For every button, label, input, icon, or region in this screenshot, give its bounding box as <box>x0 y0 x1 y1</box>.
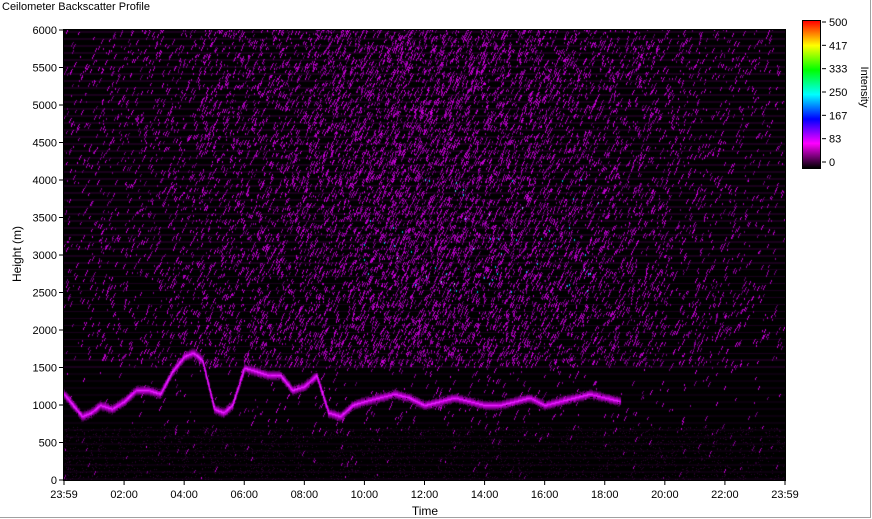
y-tick-label: 5500 <box>33 63 57 75</box>
y-tick-label: 1500 <box>33 363 57 375</box>
x-tick-label: 16:00 <box>531 489 559 501</box>
x-tick-label: 08:00 <box>291 489 319 501</box>
y-tick-label: 3500 <box>33 213 57 225</box>
x-axis-label: Time <box>411 504 439 518</box>
y-axis-label: Height (m) <box>10 226 24 283</box>
y-tick-label: 6000 <box>33 25 57 37</box>
axes: 0500100015002000250030003500400045005000… <box>33 17 848 501</box>
y-tick-label: 4500 <box>33 138 57 150</box>
y-tick-label: 500 <box>39 438 57 450</box>
x-tick-label: 20:00 <box>651 489 679 501</box>
colorbar-tick-label: 0 <box>829 157 835 169</box>
colorbar-tick-label: 83 <box>829 134 841 146</box>
x-tick-label: 18:00 <box>591 489 619 501</box>
y-tick-label: 3000 <box>33 250 57 262</box>
y-tick-label: 4000 <box>33 175 57 187</box>
colorbar-tick-label: 417 <box>829 40 847 52</box>
x-tick-label: 10:00 <box>351 489 379 501</box>
y-tick-label: 1000 <box>33 400 57 412</box>
x-tick-label: 23:59 <box>771 489 799 501</box>
colorbar-tick-label: 167 <box>829 110 847 122</box>
x-tick-label: 22:00 <box>711 489 739 501</box>
colorbar-tick-label: 333 <box>829 64 847 76</box>
y-tick-label: 2500 <box>33 288 57 300</box>
x-tick-label: 02:00 <box>110 489 138 501</box>
x-tick-label: 12:00 <box>411 489 439 501</box>
colorbar-tick-label: 500 <box>829 17 847 29</box>
colorbar-tick-label: 250 <box>829 87 847 99</box>
y-tick-label: 5000 <box>33 100 57 112</box>
colorbar-label: Intensity <box>858 66 870 108</box>
x-tick-label: 06:00 <box>230 489 258 501</box>
x-tick-label: 14:00 <box>471 489 499 501</box>
colorbar <box>802 20 821 169</box>
x-tick-label: 23:59 <box>50 489 78 501</box>
x-tick-label: 04:00 <box>170 489 198 501</box>
y-tick-label: 2000 <box>33 325 57 337</box>
y-tick-label: 0 <box>51 475 57 487</box>
